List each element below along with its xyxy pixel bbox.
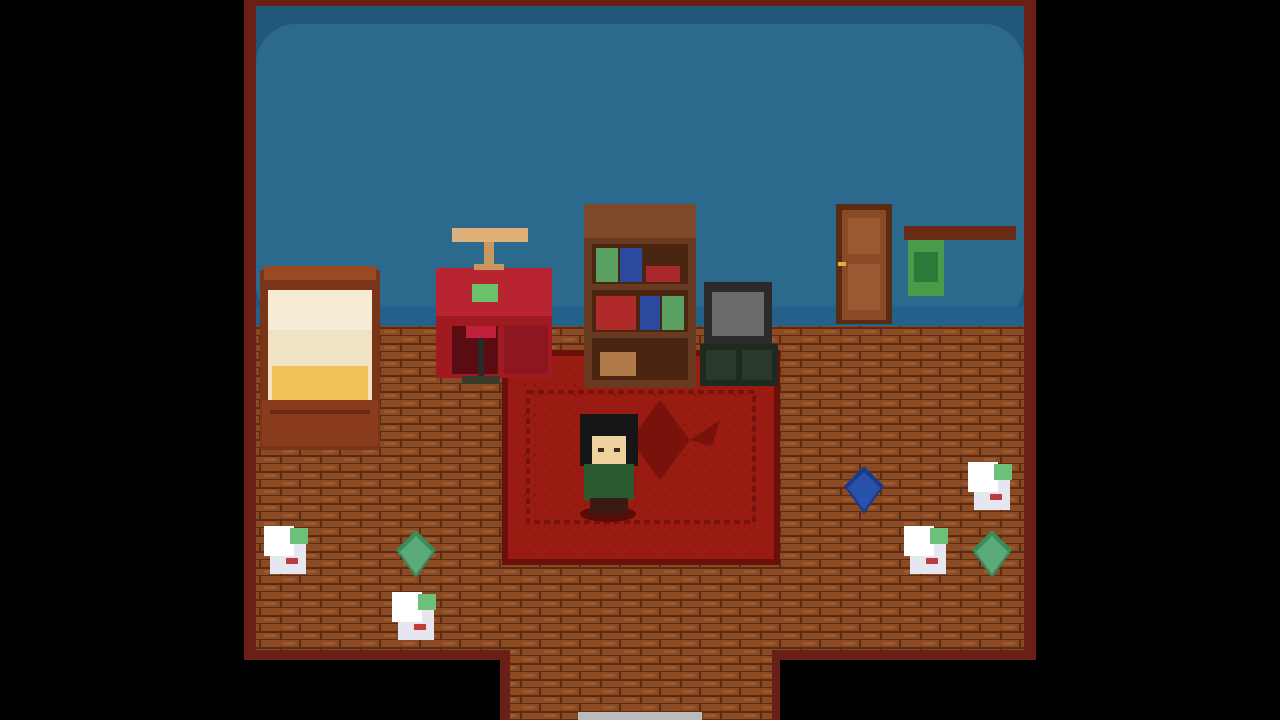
letters-icon[interactable] — [968, 462, 1012, 510]
letters-icon[interactable] — [904, 526, 948, 574]
letters-icon[interactable] — [392, 592, 436, 640]
bookshelf[interactable] — [584, 204, 696, 388]
crt-television[interactable] — [700, 282, 778, 386]
bed[interactable] — [260, 266, 380, 450]
doorway-floor[interactable] — [510, 648, 772, 720]
exit-marker[interactable] — [578, 712, 702, 720]
wooden-door[interactable] — [836, 204, 892, 324]
letters-icon[interactable] — [264, 526, 308, 574]
green-object-icon[interactable] — [472, 284, 498, 302]
game-viewport[interactable] — [0, 0, 1280, 720]
room-canvas — [244, 0, 1036, 720]
